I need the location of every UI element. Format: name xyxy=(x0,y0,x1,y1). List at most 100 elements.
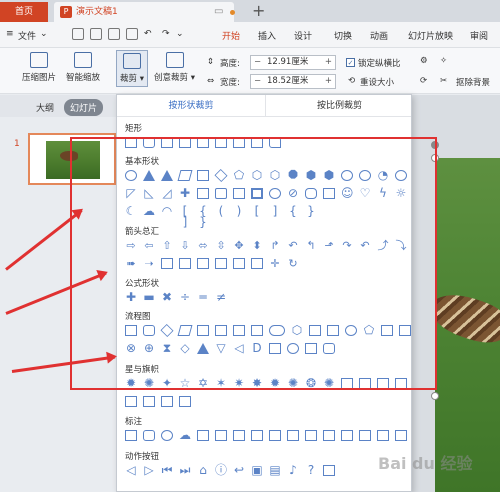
save-icon[interactable] xyxy=(72,28,84,40)
shape-border-callout-2[interactable] xyxy=(341,430,353,441)
new-tab-button[interactable]: + xyxy=(252,0,265,22)
action-custom-button[interactable] xyxy=(323,465,335,476)
crop-button[interactable]: 裁剪 ▾ xyxy=(116,50,148,87)
annotation-highlight-box xyxy=(70,137,437,390)
menu-transition[interactable]: 切换 xyxy=(334,29,352,42)
shape-row-action: ◁ ▷ ⏮ ⏭ ⌂ ⓘ ↩ ▣ ▤ ♪ ? xyxy=(121,464,409,479)
height-field[interactable]: − 12.91厘米 + xyxy=(250,55,336,70)
shape-accent-callout-1[interactable] xyxy=(269,430,281,441)
action-document-button[interactable]: ▤ xyxy=(269,464,281,476)
height-icon: ⇕ xyxy=(207,57,215,67)
menu-animation[interactable]: 动画 xyxy=(370,29,388,42)
height-value: 12.91厘米 xyxy=(267,57,309,67)
preview-icon[interactable] xyxy=(126,28,138,40)
tab-home[interactable]: 首页 xyxy=(0,2,48,22)
pheasant-photo[interactable] xyxy=(435,158,500,492)
pheasant-tail xyxy=(435,286,500,350)
reset-size-button[interactable]: 重设大小 xyxy=(360,76,394,88)
rotate-icon[interactable]: ⟳ xyxy=(420,76,427,86)
shape-accent-border-callout-2[interactable] xyxy=(395,430,407,441)
effects-icon[interactable]: ⚙ xyxy=(420,56,428,66)
compress-picture-button[interactable]: 压缩图片 xyxy=(22,52,56,83)
undo-icon[interactable]: ↶ xyxy=(144,29,152,39)
unsaved-dot-icon xyxy=(230,10,235,15)
menu-design[interactable]: 设计 xyxy=(294,29,312,42)
creative-crop-icon xyxy=(165,52,184,68)
action-movie-button[interactable]: ▣ xyxy=(251,464,263,476)
shape-line-callout-3[interactable] xyxy=(233,430,245,441)
smart-scale-button[interactable]: 智能缩放 xyxy=(66,52,100,83)
remove-bg-icon: ✂ xyxy=(440,76,448,86)
scale-icon xyxy=(74,52,92,68)
tab-slides[interactable]: 幻灯片 xyxy=(64,99,104,116)
magic-icon[interactable]: ✧ xyxy=(440,56,447,66)
action-help-button[interactable]: ? xyxy=(305,464,317,476)
shape-oval-callout[interactable] xyxy=(161,430,173,441)
action-back-button[interactable]: ◁ xyxy=(125,464,137,476)
reset-size-icon: ⟲ xyxy=(348,76,356,86)
tab-crop-by-shape[interactable]: 按形状裁剪 xyxy=(117,95,265,117)
shape-rect-callout[interactable] xyxy=(125,430,137,441)
shape-border-callout-3[interactable] xyxy=(359,430,371,441)
shape-rounded-callout[interactable] xyxy=(143,430,155,441)
shape-line-callout-2[interactable] xyxy=(215,430,227,441)
width-field[interactable]: − 18.52厘米 + xyxy=(250,74,336,89)
menu-slideshow[interactable]: 幻灯片放映 xyxy=(408,29,453,42)
watermark: Bai du 经验 xyxy=(378,454,473,473)
width-value: 18.52厘米 xyxy=(267,76,309,86)
height-decrement[interactable]: − xyxy=(254,56,261,69)
tab-crop-by-ratio[interactable]: 按比例裁剪 xyxy=(265,95,411,117)
action-sound-button[interactable]: ♪ xyxy=(287,464,299,476)
resize-handle[interactable] xyxy=(431,392,439,400)
shape-border-callout-1[interactable] xyxy=(323,430,335,441)
category-action-label: 动作按钮 xyxy=(125,452,160,462)
remove-bg-button[interactable]: 抠除背景 xyxy=(456,76,490,88)
height-label: 高度: xyxy=(220,59,240,69)
menu-insert[interactable]: 插入 xyxy=(258,29,276,42)
tab-document[interactable]: P 演示文稿1 ▭ xyxy=(54,2,235,22)
menu-start[interactable]: 开始 xyxy=(222,29,240,42)
redo-icon[interactable]: ↷ xyxy=(162,29,170,39)
shape-line-callout-4[interactable] xyxy=(251,430,263,441)
crop-mode-tabs: 按形状裁剪 按比例裁剪 xyxy=(117,95,411,117)
chevron-down-icon[interactable]: ⌄ xyxy=(176,29,184,39)
export-icon[interactable] xyxy=(90,28,102,40)
monitor-icon[interactable]: ▭ xyxy=(214,2,223,22)
action-home-button[interactable]: ⌂ xyxy=(197,464,209,476)
print-icon[interactable] xyxy=(108,28,120,40)
width-increment[interactable]: + xyxy=(325,75,332,88)
width-icon: ⇔ xyxy=(207,76,215,86)
shape-accent-callout-2[interactable] xyxy=(287,430,299,441)
document-tab-label: 演示文稿1 xyxy=(76,7,118,17)
menu-review[interactable]: 审阅 xyxy=(470,29,488,42)
shape-accent-border-callout-1[interactable] xyxy=(377,430,389,441)
creative-crop-button[interactable]: 创意裁剪 ▾ xyxy=(154,52,195,83)
shape-accent-callout-3[interactable] xyxy=(305,430,317,441)
shape-row-stars-2 xyxy=(121,396,409,410)
action-end-button[interactable]: ⏭ xyxy=(179,464,191,476)
height-increment[interactable]: + xyxy=(325,56,332,69)
category-rect-label: 矩形 xyxy=(125,124,143,134)
shape-double-wave[interactable] xyxy=(179,396,191,407)
menu-bar: ≡ 文件 ⌄ ↶ ↷ ⌄ 开始 插入 设计 切换 动画 幻灯片放映 审阅 xyxy=(0,22,500,48)
menu-file[interactable]: 文件 xyxy=(18,29,36,42)
shape-horizontal-scroll[interactable] xyxy=(143,396,155,407)
width-decrement[interactable]: − xyxy=(254,75,261,88)
chevron-down-icon[interactable]: ⌄ xyxy=(40,29,48,39)
slide-number: 1 xyxy=(14,139,20,149)
chevron-down-icon: ▾ xyxy=(139,74,144,84)
shape-cloud-callout[interactable]: ☁ xyxy=(179,429,191,441)
creative-crop-label: 创意裁剪 xyxy=(154,73,189,83)
action-return-button[interactable]: ↩ xyxy=(233,464,245,476)
action-beginning-button[interactable]: ⏮ xyxy=(161,464,173,476)
shape-wave[interactable] xyxy=(161,396,173,407)
crop-label: 裁剪 xyxy=(120,74,138,84)
shape-vertical-scroll[interactable] xyxy=(125,396,137,407)
view-tabs: 大纲 幻灯片 xyxy=(0,95,118,117)
lock-ratio-checkbox[interactable]: ✓ xyxy=(346,58,355,67)
action-forward-button[interactable]: ▷ xyxy=(143,464,155,476)
action-information-button[interactable]: ⓘ xyxy=(215,464,227,476)
hamburger-icon[interactable]: ≡ xyxy=(6,29,14,39)
tab-outline[interactable]: 大纲 xyxy=(36,101,54,114)
shape-line-callout-1[interactable] xyxy=(197,430,209,441)
